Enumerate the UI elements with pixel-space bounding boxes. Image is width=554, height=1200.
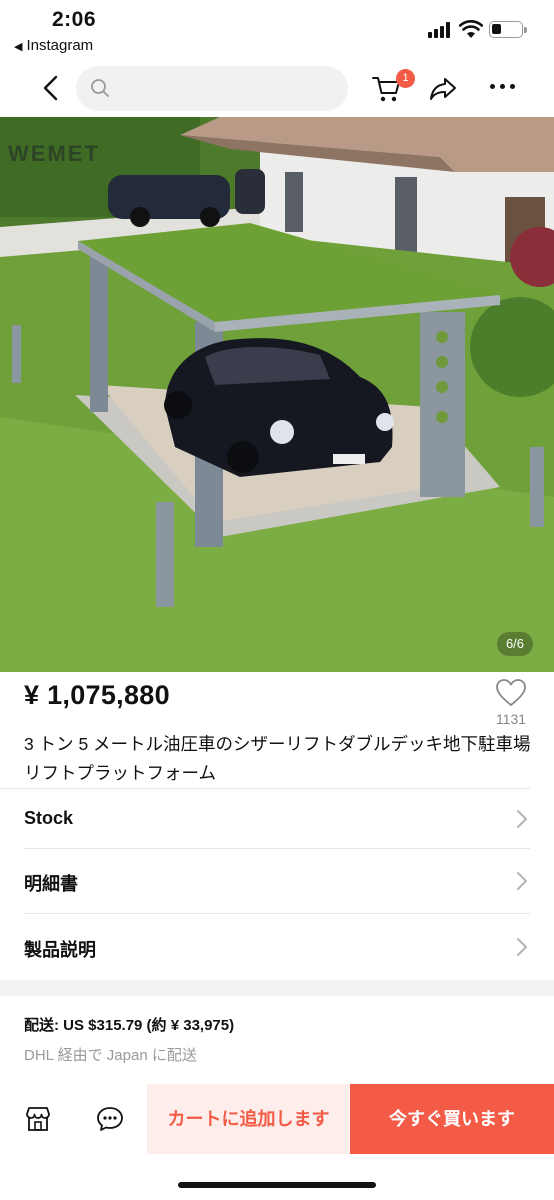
share-icon[interactable] xyxy=(429,76,457,102)
status-bar: 2:06 ◀ Instagram xyxy=(0,0,554,60)
section-gap xyxy=(0,980,554,996)
cell-signal-icon xyxy=(428,22,454,38)
chevron-right-icon xyxy=(517,938,527,956)
wifi-icon xyxy=(459,20,483,38)
product-photo: WEMET xyxy=(0,117,554,672)
back-arrow-icon: ◀ xyxy=(14,41,23,53)
product-price: ¥ 1,075,880 xyxy=(24,680,170,710)
buy-now-button[interactable]: 今すぐ買います xyxy=(350,1084,554,1154)
divider xyxy=(24,913,530,914)
chevron-right-icon xyxy=(517,810,527,828)
back-to-app-link[interactable]: ◀ Instagram xyxy=(14,37,93,54)
row-specifications[interactable]: 明細書 xyxy=(0,850,554,912)
row-stock[interactable]: Stock xyxy=(0,788,554,850)
home-indicator[interactable] xyxy=(178,1182,376,1188)
shipping-method: DHL 経由で Japan に配送 xyxy=(24,1047,197,1064)
heart-icon[interactable] xyxy=(495,678,527,708)
battery-icon xyxy=(489,21,527,38)
bottom-action-bar: カートに追加します 今すぐ買います xyxy=(0,1084,554,1154)
row-stock-label: Stock xyxy=(24,808,74,828)
more-icon[interactable] xyxy=(490,84,516,90)
product-image[interactable]: WEMET xyxy=(0,117,554,672)
divider xyxy=(24,848,530,849)
chat-icon[interactable] xyxy=(96,1105,124,1133)
row-description-label: 製品説明 xyxy=(24,940,96,960)
shipping-cost[interactable]: 配送: US $315.79 (約 ¥ 33,975) xyxy=(24,1014,234,1035)
watermark-text: WEMET xyxy=(8,141,100,166)
store-icon[interactable] xyxy=(24,1105,52,1133)
status-time: 2:06 xyxy=(52,8,97,31)
top-nav: 1 xyxy=(0,62,554,116)
cart-count-badge: 1 xyxy=(396,69,415,88)
image-counter: 6/6 xyxy=(497,632,533,656)
search-icon xyxy=(91,79,109,97)
chevron-right-icon xyxy=(517,872,527,890)
row-specifications-label: 明細書 xyxy=(24,874,78,894)
row-description[interactable]: 製品説明 xyxy=(0,916,554,978)
likes-count: 1131 xyxy=(495,711,527,727)
product-title: 3 トン 5 メートル油圧車のシザーリフトダブルデッキ地下駐車場リフトプラットフ… xyxy=(24,734,531,783)
chevron-left-icon[interactable] xyxy=(38,74,66,102)
back-app-label: Instagram xyxy=(26,37,94,54)
add-to-cart-button[interactable]: カートに追加します xyxy=(147,1084,350,1154)
search-input[interactable] xyxy=(76,66,348,111)
